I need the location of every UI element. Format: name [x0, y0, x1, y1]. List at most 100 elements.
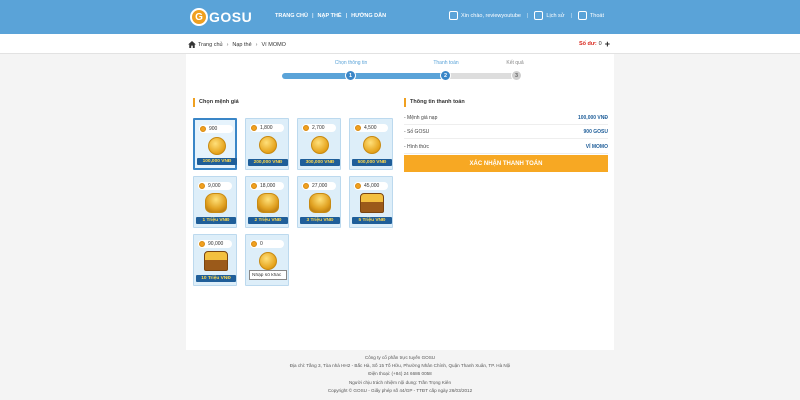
gosu-coin-icon	[355, 183, 361, 189]
footer-responsible: Người chịu trách nhiệm nội dung: Trần Tr…	[348, 379, 452, 385]
top-nav: TRANG CHỦ | NẠP THẺ | HƯỚNG DẪN	[272, 13, 389, 19]
gosu-coin-icon	[200, 126, 206, 132]
info-value: 100,000 VNĐ	[577, 114, 608, 121]
payment-title: Thông tin thanh toán	[404, 98, 465, 107]
gold-coin-icon	[363, 136, 381, 154]
footer-address: Địa chỉ: Tầng 3, Tòa nhà HH2 - Bắc Hà, S…	[289, 363, 511, 369]
price-label: 1 Triệu VNĐ	[196, 217, 236, 224]
add-balance-button[interactable]: +	[605, 40, 610, 49]
gold-coin-icon	[259, 252, 277, 270]
nav-home[interactable]: TRANG CHỦ	[272, 13, 311, 19]
breadcrumb-topup[interactable]: Nạp thẻ	[232, 42, 251, 48]
info-label: - Hình thức	[404, 143, 430, 150]
coin-amount: 0	[250, 240, 284, 248]
breadcrumb-separator: ›	[226, 41, 229, 48]
price-label: 200,000 VNĐ	[248, 159, 288, 166]
gold-coin-icon	[311, 136, 329, 154]
balance: Số dư: 0 +	[578, 40, 610, 49]
nav-separator: |	[312, 13, 314, 19]
info-label: - Số GOSU	[404, 128, 430, 135]
coin-amount-text: 9,000	[208, 183, 221, 189]
gosu-coin-icon	[303, 125, 309, 131]
gosu-coin-icon	[251, 241, 257, 247]
logout-icon	[577, 11, 587, 20]
info-row-amount: - Mệnh giá nạp 100,000 VNĐ	[404, 111, 608, 125]
gosu-coin-icon	[355, 125, 361, 131]
denomination-card[interactable]: 4,500 500,000 VNĐ	[349, 118, 393, 170]
info-row-method: - Hình thức VÍ MOMO	[404, 140, 608, 154]
denomination-card[interactable]: 45,000 5 Triệu VNĐ	[349, 176, 393, 228]
coin-amount: 9,000	[198, 182, 232, 190]
history-icon	[534, 11, 544, 20]
gold-coin-icon	[208, 137, 226, 155]
coin-amount: 900	[199, 125, 233, 133]
gosu-coin-icon	[199, 241, 205, 247]
custom-amount-input[interactable]	[249, 270, 287, 280]
info-label: - Mệnh giá nạp	[404, 114, 438, 121]
coin-amount: 90,000	[198, 240, 232, 248]
denomination-card[interactable]: 900 100,000 VNĐ	[193, 118, 237, 170]
coin-amount-text: 2,700	[312, 125, 325, 131]
step-label-2: Thanh toán	[433, 60, 459, 66]
footer-company: Công ty cổ phần trực tuyến GOSU	[364, 355, 436, 360]
progress-track-done	[282, 73, 446, 79]
denomination-card[interactable]: 2,700 300,000 VNĐ	[297, 118, 341, 170]
coin-amount-text: 27,000	[312, 183, 328, 189]
logo-mark: G	[190, 8, 208, 26]
breadcrumb: Trang chủ › Nạp thẻ › Ví MOMO	[188, 41, 286, 48]
nav-guide[interactable]: HƯỚNG DẪN	[348, 13, 389, 19]
price-label: 10 Triệu VNĐ	[196, 275, 236, 282]
step-dot-3: 3	[511, 70, 522, 81]
price-label: 500,000 VNĐ	[352, 159, 392, 166]
breadcrumb-home[interactable]: Trang chủ	[198, 42, 223, 48]
coin-amount-text: 90,000	[208, 241, 224, 247]
price-label: 2 Triệu VNĐ	[248, 217, 288, 224]
step-label-1: Chọn thông tin	[334, 60, 368, 66]
price-label: 300,000 VNĐ	[300, 159, 340, 166]
logo-text: GOSU	[209, 9, 253, 25]
gosu-coin-icon	[303, 183, 309, 189]
breadcrumb-current: Ví MOMO	[261, 41, 286, 48]
denomination-card[interactable]: 18,000 2 Triệu VNĐ	[245, 176, 289, 228]
coin-amount-text: 45,000	[364, 183, 380, 189]
coin-amount-text: 900	[209, 126, 218, 132]
denomination-card[interactable]: 27,000 3 Triệu VNĐ	[297, 176, 341, 228]
footer: Công ty cổ phần trực tuyến GOSU Địa chỉ:…	[0, 352, 800, 400]
user-greeting[interactable]: Xin chào, reviewyoutube	[443, 11, 527, 20]
coin-amount: 18,000	[250, 182, 284, 190]
gosu-logo[interactable]: G GOSU	[190, 7, 252, 27]
denomination-card[interactable]: 9,000 1 Triệu VNĐ	[193, 176, 237, 228]
confirm-payment-button[interactable]: XÁC NHẬN THANH TOÁN	[404, 155, 608, 172]
gosu-coin-icon	[251, 125, 257, 131]
coin-amount: 27,000	[302, 182, 336, 190]
history-text: Lịch sử	[546, 12, 565, 19]
info-row-gosu: - Số GOSU 900 GOSU	[404, 125, 608, 139]
denomination-card[interactable]: 0	[245, 234, 289, 286]
treasure-chest-icon	[360, 193, 384, 213]
coin-pile-icon	[257, 193, 279, 213]
price-label: 100,000 VNĐ	[197, 158, 237, 165]
denomination-title: Chọn mệnh giá	[193, 98, 239, 107]
breadcrumb-separator: ›	[255, 41, 258, 48]
step-dot-2: 2	[440, 70, 451, 81]
price-label: 3 Triệu VNĐ	[300, 217, 340, 224]
progress-track-remaining	[446, 73, 518, 79]
balance-value: 0	[598, 41, 602, 47]
progress-stepper: Chọn thông tin Thanh toán Kết quả 1 2 3	[282, 60, 524, 86]
breadcrumb-bar: Trang chủ › Nạp thẻ › Ví MOMO Số dư: 0 +	[0, 34, 800, 54]
balance-label: Số dư:	[578, 41, 597, 47]
coin-amount: 1,800	[250, 124, 284, 132]
step-label-3: Kết quả	[506, 60, 524, 66]
coin-amount-text: 1,800	[260, 125, 273, 131]
denomination-card[interactable]: 90,000 10 Triệu VNĐ	[193, 234, 237, 286]
gosu-coin-icon	[199, 183, 205, 189]
footer-copyright: Copyright © GOSU - Giấy phép số 44/GP - …	[327, 387, 473, 393]
history-link[interactable]: Lịch sử	[528, 11, 570, 20]
logout-link[interactable]: Thoát	[572, 11, 610, 20]
coin-amount-text: 4,500	[364, 125, 377, 131]
nav-topup[interactable]: NẠP THẺ	[315, 13, 345, 19]
denomination-card[interactable]: 1,800 200,000 VNĐ	[245, 118, 289, 170]
userbar-separator: |	[526, 12, 529, 19]
coin-pile-icon	[309, 193, 331, 213]
user-icon	[449, 11, 459, 20]
